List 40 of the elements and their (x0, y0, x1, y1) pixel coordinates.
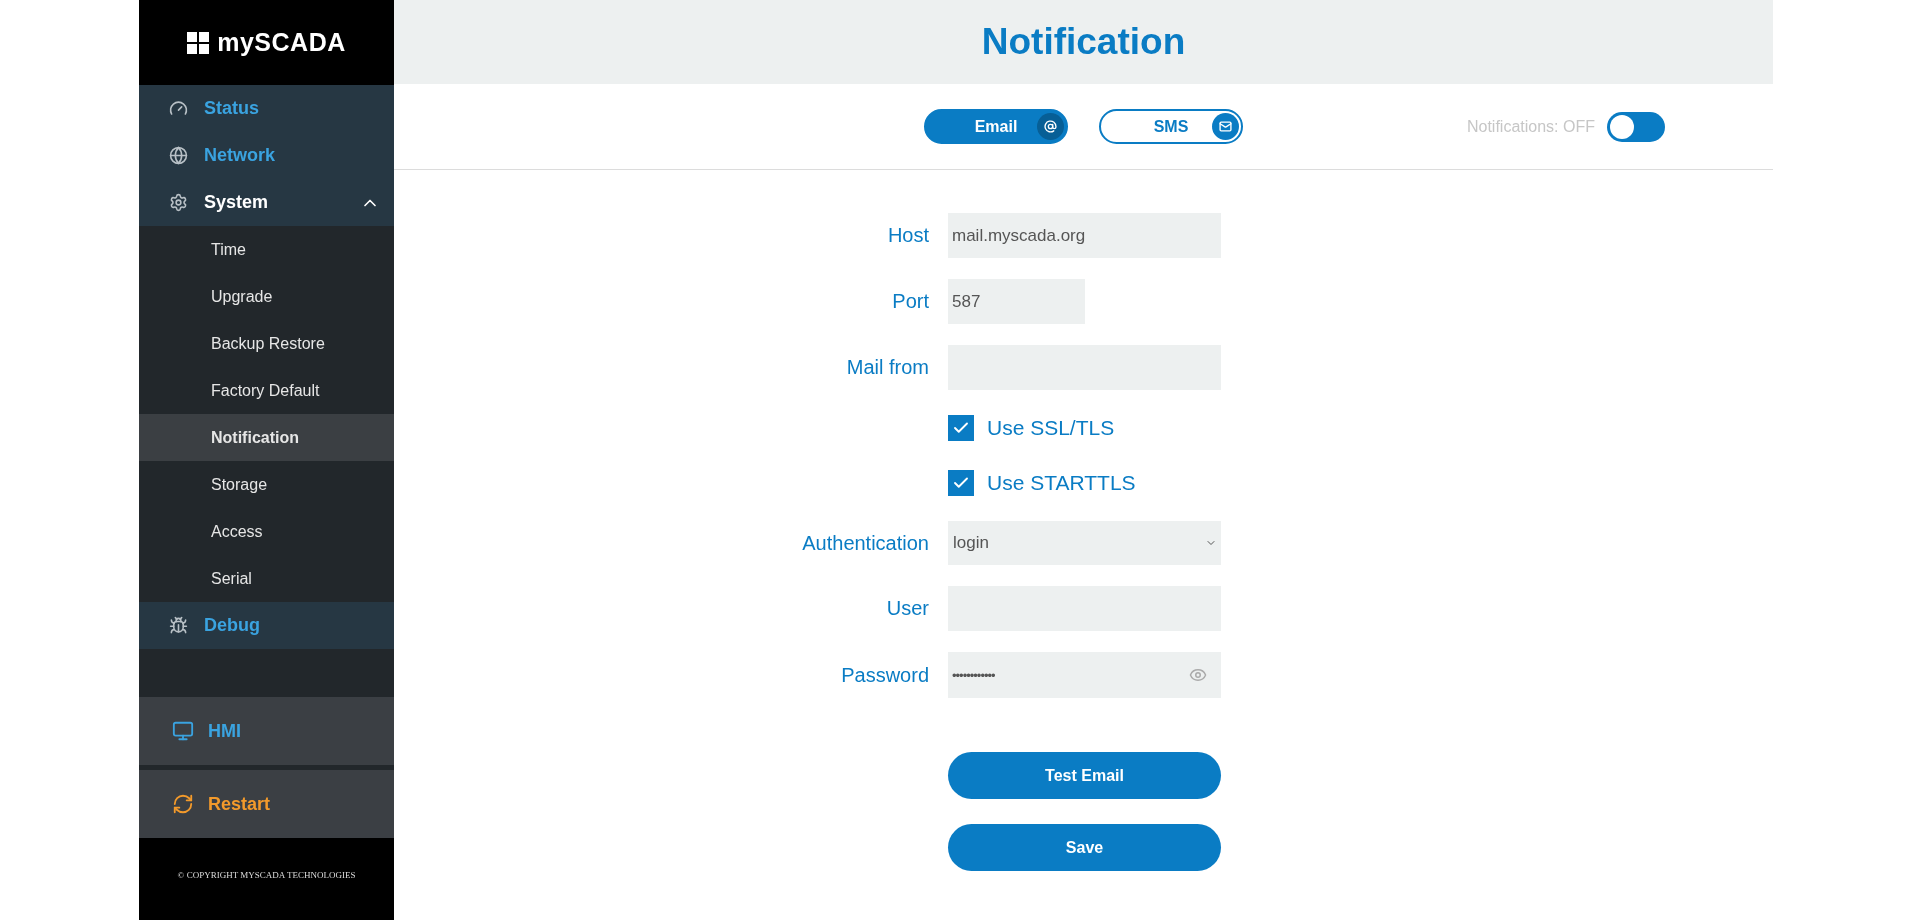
mail-icon (1212, 113, 1239, 140)
input-field[interactable]: 587 (948, 279, 1085, 324)
checkbox-label: Use SSL/TLS (987, 416, 1115, 440)
bug-icon (169, 616, 188, 635)
field-label: Password (841, 663, 929, 687)
at-sign-icon (1037, 113, 1064, 140)
logo-text: mySCADA (217, 28, 346, 57)
checkbox[interactable] (948, 470, 974, 496)
sidebar-section[interactable]: Network (139, 132, 394, 179)
sidebar-section[interactable]: Status (139, 85, 394, 132)
refresh-icon (172, 793, 194, 815)
action-button[interactable]: Save (948, 824, 1221, 871)
field-label: Host (887, 224, 929, 247)
sidebar-link[interactable]: HMI (139, 697, 394, 765)
gauge-icon (169, 99, 188, 118)
notifications-toggle[interactable] (1607, 111, 1665, 142)
field-label: User (886, 597, 929, 620)
sidebar-section[interactable]: System (139, 179, 394, 226)
sidebar-item[interactable]: Notification (139, 414, 394, 461)
field-label: Mail from (846, 356, 929, 379)
tab[interactable]: SMS (1099, 109, 1243, 144)
password-field[interactable]: •••••••••••• (948, 652, 1221, 698)
select-field[interactable]: login (948, 521, 1221, 565)
toggle-label: Notifications: OFF (1466, 117, 1595, 136)
globe-icon (169, 146, 188, 165)
sidebar-link[interactable]: Restart (139, 770, 394, 838)
tab[interactable]: Email (924, 109, 1068, 144)
monitor-icon (172, 720, 194, 742)
checkbox-label: Use STARTTLS (987, 471, 1136, 495)
action-button[interactable]: Test Email (948, 752, 1221, 799)
checkbox[interactable] (948, 415, 974, 441)
logo-icon (187, 31, 210, 54)
settings-icon (169, 193, 188, 212)
sidebar-section[interactable]: Debug (139, 602, 394, 649)
copyright-text: © COPYRIGHT MYSCADA TECHNOLOGIES (177, 870, 356, 880)
input-field[interactable]: mail.myscada.org (948, 213, 1221, 258)
password-value: •••••••••••• (952, 667, 996, 683)
field-label: Authentication (802, 531, 929, 555)
page-title: Notification (981, 21, 1186, 63)
field-label: Port (892, 290, 929, 313)
